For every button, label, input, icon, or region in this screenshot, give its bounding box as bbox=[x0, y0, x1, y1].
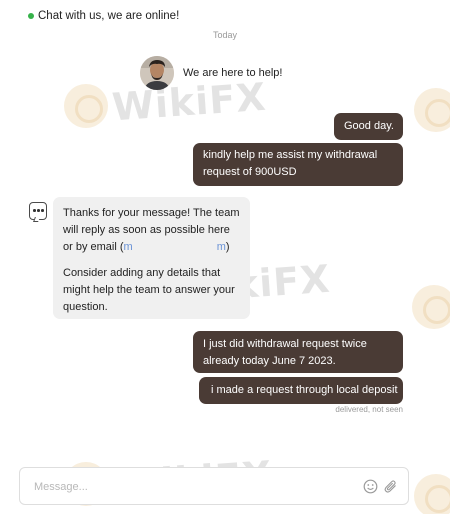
message-input[interactable] bbox=[34, 478, 334, 496]
watermark-logo bbox=[414, 474, 450, 514]
paperclip-icon[interactable] bbox=[383, 479, 398, 494]
message-composer bbox=[19, 467, 409, 505]
watermark-logo bbox=[412, 285, 450, 329]
outgoing-message: i made a request through local deposit bbox=[199, 377, 403, 404]
outgoing-message: kindly help me assist my withdrawal requ… bbox=[193, 143, 403, 186]
email-link[interactable]: mm bbox=[124, 241, 226, 253]
watermark-logo bbox=[414, 88, 450, 132]
agent-avatar bbox=[140, 56, 174, 90]
outgoing-message: I just did withdrawal request twice alre… bbox=[193, 331, 403, 373]
date-separator: Today bbox=[212, 30, 238, 40]
watermark-logo bbox=[64, 84, 108, 128]
incoming-message: Thanks for your message! The team will r… bbox=[53, 197, 250, 319]
delivery-status: delivered, not seen bbox=[335, 405, 403, 414]
agent-intro-text: We are here to help! bbox=[183, 67, 283, 79]
auto-reply-text: Thanks for your message! The team will r… bbox=[63, 207, 240, 253]
chat-bot-icon bbox=[29, 202, 47, 222]
online-status-dot bbox=[28, 13, 34, 19]
header-status-text: Chat with us, we are online! bbox=[38, 10, 180, 22]
emoji-icon[interactable] bbox=[363, 479, 378, 494]
outgoing-message: Good day. bbox=[334, 113, 403, 140]
chat-header: Chat with us, we are online! bbox=[0, 0, 450, 30]
auto-reply-secondary-text: Consider adding any details that might h… bbox=[63, 267, 235, 313]
agent-intro: We are here to help! bbox=[140, 56, 282, 90]
